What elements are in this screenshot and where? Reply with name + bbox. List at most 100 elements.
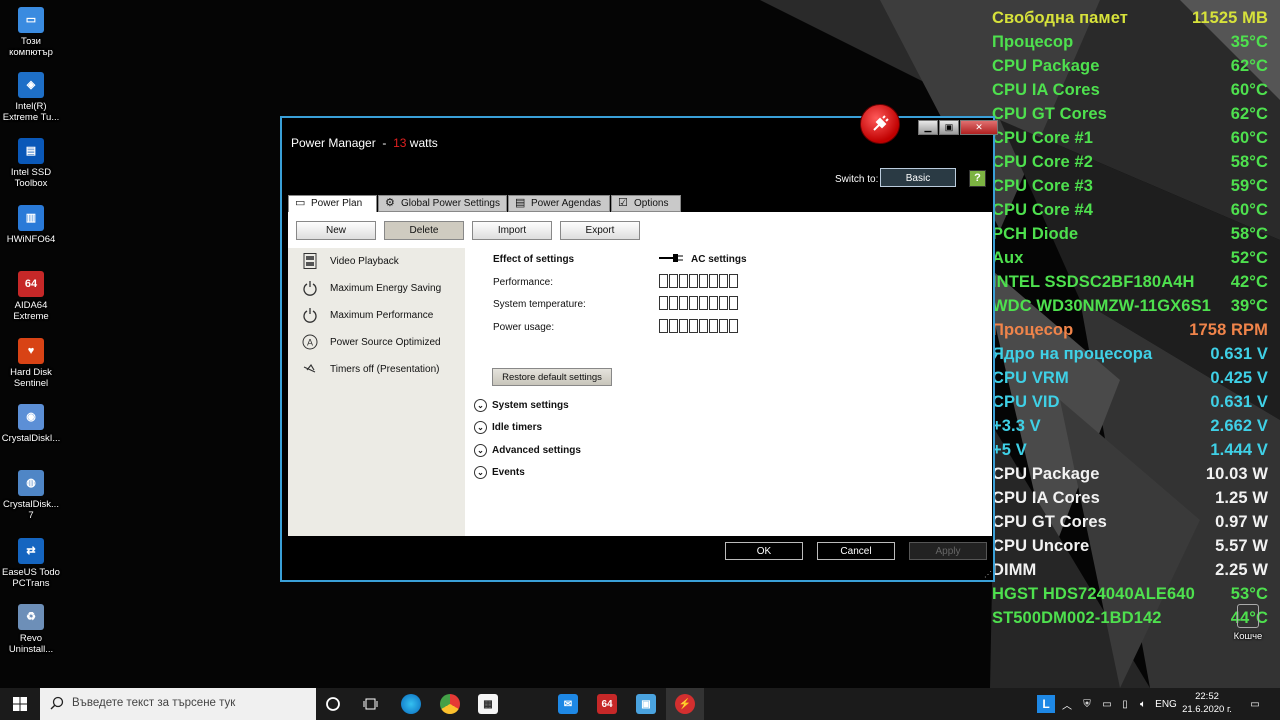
- cancel-button[interactable]: Cancel: [817, 542, 895, 560]
- sensor-label: CPU Uncore: [992, 537, 1090, 555]
- action-center-button[interactable]: ▭: [1242, 688, 1268, 720]
- windows-logo-icon: [13, 697, 27, 711]
- sensor-row: Aux 52°C: [992, 247, 1268, 271]
- export-button[interactable]: Export: [560, 221, 640, 240]
- sensor-value: 58°C: [1230, 225, 1268, 243]
- sensor-label: CPU IA Cores: [992, 489, 1100, 507]
- sensor-value: 0.97 W: [1215, 513, 1268, 531]
- delete-button[interactable]: Delete: [384, 221, 464, 240]
- sensor-value: 39°C: [1230, 297, 1268, 315]
- sensor-label: CPU VRM: [992, 369, 1069, 387]
- volume-icon: 🔈︎: [1140, 698, 1146, 710]
- power-plug-logo: [860, 104, 900, 144]
- minimize-button[interactable]: ▁: [918, 120, 938, 135]
- chevron-down-icon: ⌄: [474, 399, 487, 412]
- tray-overflow-button[interactable]: ︿: [1058, 688, 1076, 720]
- taskbar-clock[interactable]: 22:52 21.6.2020 г.: [1180, 690, 1234, 716]
- taskbar-mail[interactable]: ✉: [549, 688, 587, 720]
- chevron-up-icon: ︿: [1062, 700, 1072, 712]
- taskbar-power-manager[interactable]: ⚡: [666, 688, 704, 720]
- tray-network[interactable]: ▯: [1116, 688, 1134, 720]
- film-icon: [303, 253, 317, 269]
- desktop-icon-label: Кошче: [1233, 631, 1263, 642]
- import-button[interactable]: Import: [472, 221, 552, 240]
- plan-power-source-optimized[interactable]: A Power Source Optimized: [302, 333, 462, 353]
- performance-meter: [659, 274, 739, 288]
- power-usage-label: Power usage:: [493, 322, 555, 333]
- close-button[interactable]: ✕: [960, 120, 998, 135]
- desktop-icon-easeus-todo-pctrans[interactable]: ⇄ EaseUS Todo PCTrans: [0, 538, 62, 589]
- taskbar-hwinfo[interactable]: ▣: [627, 688, 665, 720]
- help-icon[interactable]: ?: [969, 170, 986, 187]
- plan-maximum-energy-saving[interactable]: Maximum Energy Saving: [302, 279, 462, 299]
- sensor-label: CPU GT Cores: [992, 513, 1107, 531]
- desktop-icon-crystaldiskinfo[interactable]: ◉ CrystalDiskI...: [0, 404, 62, 444]
- sensor-row: Процесор 35°C: [992, 31, 1268, 55]
- sensor-value: 1.25 W: [1215, 489, 1268, 507]
- tray-battery[interactable]: ▭: [1098, 688, 1116, 720]
- desktop-icon-label: CrystalDisk... 7: [3, 499, 59, 521]
- taskbar-store[interactable]: ▦: [469, 688, 507, 720]
- sensor-value: 1.444 V: [1210, 441, 1268, 459]
- sensor-value: 62°C: [1230, 57, 1268, 75]
- tray-volume[interactable]: 🔈︎: [1134, 688, 1152, 720]
- crystaldiskmark-icon: ◍: [18, 470, 44, 496]
- switch-basic-button[interactable]: Basic: [880, 168, 956, 187]
- aida64-icon: 64: [18, 271, 44, 297]
- restore-default-settings-button[interactable]: Restore default settings: [492, 368, 612, 386]
- tab-label: Power Plan: [311, 198, 363, 209]
- desktop-icon-aida64[interactable]: 64 AIDA64 Extreme: [0, 271, 62, 322]
- sensor-value: 0.631 V: [1210, 393, 1268, 411]
- ok-button[interactable]: OK: [725, 542, 803, 560]
- taskbar-chrome[interactable]: [431, 688, 469, 720]
- desktop-icon-hwinfo64[interactable]: ▥ HWiNFO64: [0, 205, 62, 245]
- plan-list: Video Playback Maximum Energy Saving Max…: [288, 248, 465, 536]
- hwinfo-icon: ▣: [636, 694, 656, 714]
- plan-video-playback[interactable]: Video Playback: [302, 252, 462, 272]
- plan-maximum-performance[interactable]: Maximum Performance: [302, 306, 462, 326]
- performance-label: Performance:: [493, 277, 554, 288]
- agenda-icon: ▤: [515, 197, 526, 209]
- start-button[interactable]: [0, 688, 40, 720]
- sensor-row: DIMM 2.25 W: [992, 559, 1268, 583]
- maximize-button[interactable]: ▣: [939, 120, 959, 135]
- desktop-icon-hard-disk-sentinel[interactable]: ♥ Hard Disk Sentinel: [0, 338, 62, 389]
- sensor-row: CPU IA Cores 1.25 W: [992, 487, 1268, 511]
- apply-button[interactable]: Apply: [909, 542, 987, 560]
- desktop-icon-this-pc[interactable]: ▭ Този компютър: [0, 7, 62, 58]
- sensor-row: CPU Core #3 59°C: [992, 175, 1268, 199]
- tray-language[interactable]: ENG: [1152, 688, 1180, 720]
- resize-grip-icon[interactable]: ⋰: [984, 571, 992, 579]
- effect-heading: Effect of settings: [493, 254, 575, 265]
- tray-app[interactable]: L: [1036, 688, 1056, 720]
- sensor-row: Ядро на процесора 0.631 V: [992, 343, 1268, 367]
- new-button[interactable]: New: [296, 221, 376, 240]
- tray-defender[interactable]: ⛨: [1078, 688, 1096, 720]
- cortana-button[interactable]: [314, 688, 352, 720]
- tab-power-agendas[interactable]: ▤ Power Agendas: [508, 195, 610, 212]
- tab-options[interactable]: ☑ Options: [611, 195, 681, 212]
- tab-power-plan[interactable]: ▭ Power Plan: [288, 195, 377, 213]
- sensor-value: 62°C: [1230, 105, 1268, 123]
- clock-date: 21.6.2020 г.: [1182, 704, 1232, 715]
- desktop-icon-intel-ssd-toolbox[interactable]: ▤ Intel SSD Toolbox: [0, 138, 62, 189]
- sensor-value: 53°C: [1230, 585, 1268, 603]
- ac-settings-label: AC settings: [691, 254, 747, 265]
- taskbar-search-box[interactable]: Въведете текст за търсене тук: [40, 688, 316, 720]
- recycle-bin-icon: [1237, 604, 1259, 628]
- sensor-row: CPU VID 0.631 V: [992, 391, 1268, 415]
- watts-value: 13: [393, 136, 407, 150]
- desktop-icon-recycle-bin[interactable]: Кошче: [1220, 604, 1276, 642]
- task-view-button[interactable]: [352, 688, 390, 720]
- cortana-icon: [326, 697, 340, 711]
- desktop-icon-intel-extreme-tuning[interactable]: ◈ Intel(R) Extreme Tu...: [0, 72, 62, 123]
- desktop-icon-revo-uninstaller[interactable]: ♻ Revo Uninstall...: [0, 604, 62, 655]
- desktop-icon-crystaldiskmark[interactable]: ◍ CrystalDisk... 7: [0, 470, 62, 521]
- plan-timers-off-presentation[interactable]: Timers off (Presentation): [302, 360, 462, 380]
- power-usage-meter: [659, 319, 739, 333]
- sensor-label: Процесор: [992, 33, 1074, 51]
- taskbar-aida64[interactable]: 64: [588, 688, 626, 720]
- taskbar-edge[interactable]: [392, 688, 430, 720]
- tab-global-power-settings[interactable]: ⚙ Global Power Settings: [378, 195, 507, 212]
- sensor-value: 5.57 W: [1215, 537, 1268, 555]
